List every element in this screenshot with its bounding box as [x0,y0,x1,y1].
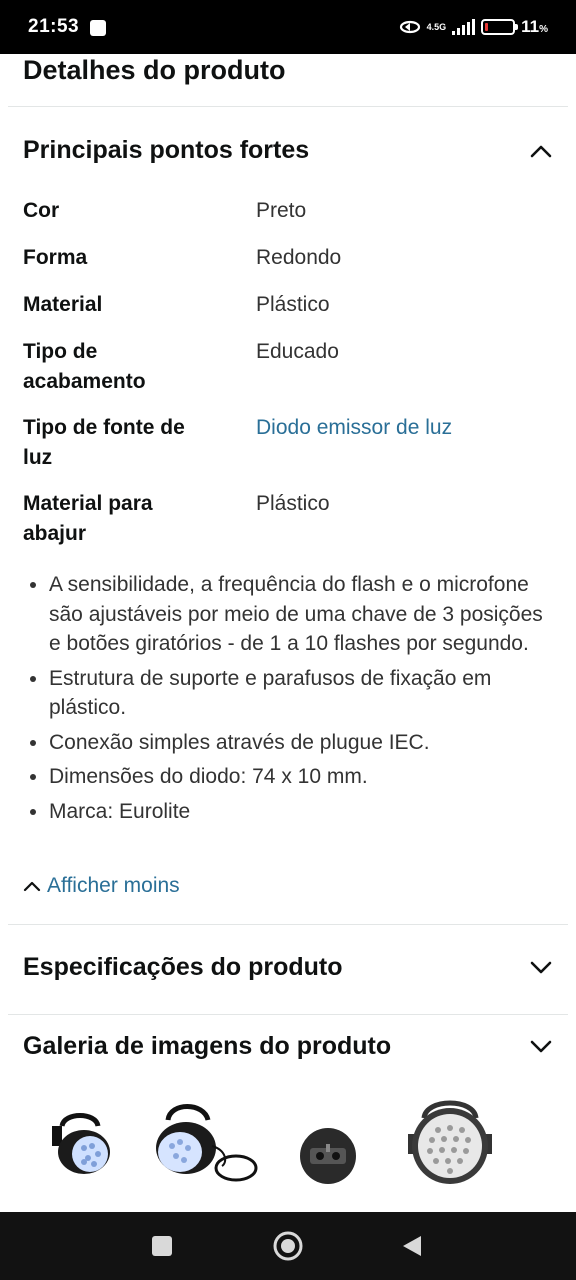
spec-key: Forma [23,246,88,269]
specifications-title: Especificações do produto [23,953,343,981]
specifications-section-header[interactable]: Especificações do produto [23,952,553,982]
feature-bullet-list: A sensibilidade, a frequência do flash e… [23,570,553,831]
recents-square-icon[interactable] [150,1234,174,1258]
chevron-up-icon [23,881,41,892]
chevron-down-icon [530,961,552,974]
status-time: 21:53 [28,16,80,37]
chevron-up-icon [530,145,552,158]
spec-value-link[interactable]: Diodo emissor de luz [256,413,556,443]
product-image-gallery [0,1094,576,1204]
spec-key: Tipo de acabamento [23,340,146,393]
back-triangle-icon[interactable] [400,1234,424,1258]
product-details-page: Detalhes do produto Principais pontos fo… [0,54,576,1212]
highlights-title: Principais pontos fortes [23,136,310,164]
hotspot-link-icon [399,20,420,34]
home-circle-icon[interactable] [272,1230,304,1262]
list-item: Marca: Eurolite [23,797,553,827]
spec-key: Material [23,293,103,316]
product-thumbnail-image[interactable] [146,1100,262,1190]
battery-percent: 11% [521,17,548,36]
page-title: Detalhes do produto [23,55,286,85]
spec-value: Educado [256,340,339,363]
show-less-label: Afficher moins [47,874,180,897]
gallery-title: Galeria de imagens do produto [23,1032,392,1060]
list-item: A sensibilidade, a frequência do flash e… [23,570,553,659]
list-item: Estrutura de suporte e parafusos de fixa… [23,664,553,723]
spec-value: Plástico [256,492,330,515]
divider [8,106,568,107]
network-type-label: 4.5G [426,21,447,32]
product-thumbnail-image[interactable] [404,1094,496,1190]
gallery-section-header[interactable]: Galeria de imagens do produto [23,1031,553,1061]
spec-value: Plástico [256,293,330,316]
product-thumbnail-image[interactable] [44,1106,116,1182]
battery-level [485,23,489,31]
highlights-section-header[interactable]: Principais pontos fortes [23,135,553,165]
divider [8,1014,568,1015]
spec-key: Tipo de fonte de luz [23,416,185,469]
show-less-link[interactable]: Afficher moins [23,874,180,898]
spec-value: Redondo [256,246,342,269]
status-icons: 4.5G 11% [399,14,548,40]
battery-icon [481,19,519,35]
signal-icon [452,19,476,35]
spec-value: Preto [256,199,307,222]
status-bar: 21:53 4.5G 11% [0,0,576,54]
list-item: Dimensões do diodo: 74 x 10 mm. [23,762,553,792]
product-thumbnail-image[interactable] [296,1124,360,1188]
spec-key: Cor [23,199,60,222]
list-item: Conexão simples através de plugue IEC. [23,728,553,758]
spec-key: Material para abajur [23,492,153,545]
notification-icon [90,20,106,36]
chevron-down-icon [530,1040,552,1053]
divider [8,924,568,925]
system-navigation-bar [0,1212,576,1280]
